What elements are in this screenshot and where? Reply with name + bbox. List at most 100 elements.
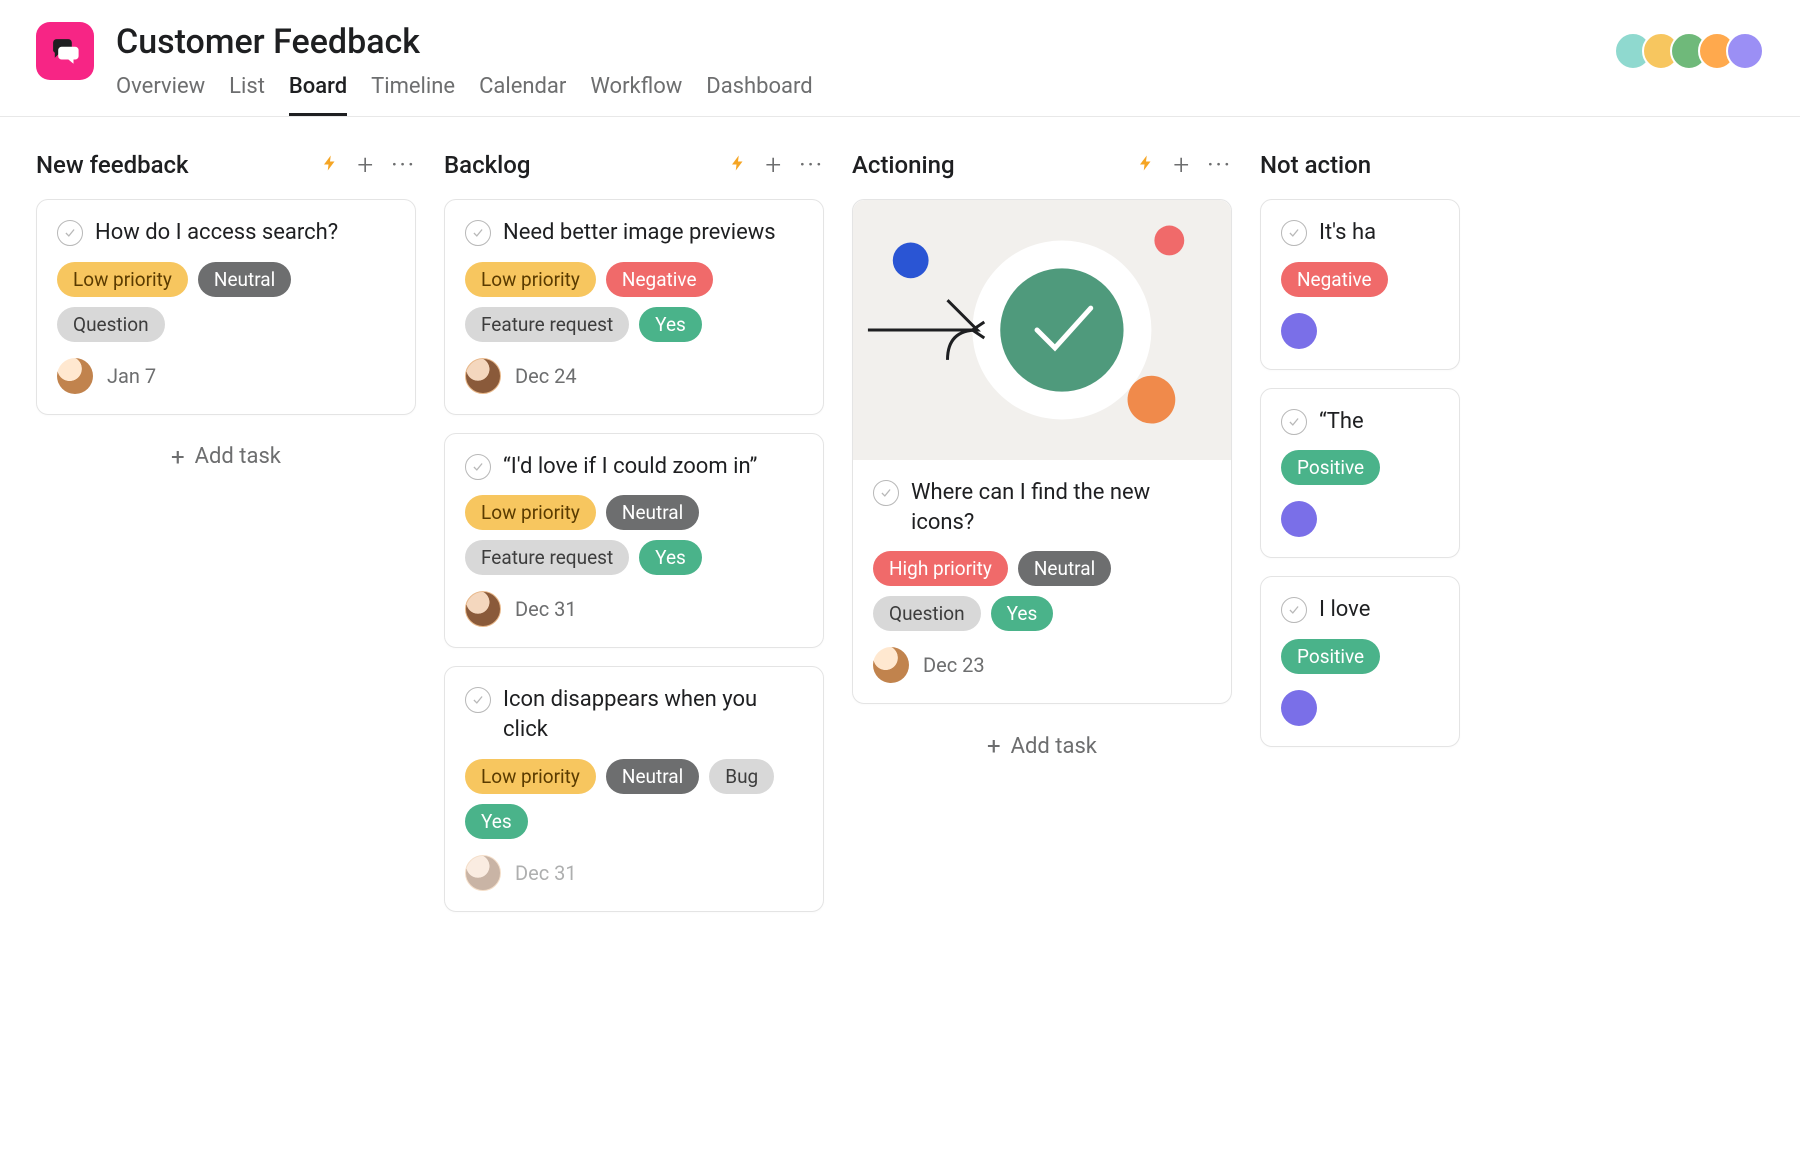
- add-card-icon[interactable]: +: [357, 151, 373, 179]
- tag[interactable]: Yes: [639, 307, 702, 342]
- tag[interactable]: Feature request: [465, 307, 629, 342]
- tag[interactable]: Yes: [991, 596, 1054, 631]
- card-title-row: How do I access search?: [57, 218, 395, 248]
- card-title: I love: [1319, 595, 1370, 625]
- card-footer: Dec 23: [873, 647, 1211, 683]
- tab-calendar[interactable]: Calendar: [479, 74, 566, 116]
- project-header: Customer Feedback OverviewListBoardTimel…: [0, 0, 1800, 117]
- automation-icon[interactable]: [321, 152, 339, 178]
- tag[interactable]: Feature request: [465, 540, 629, 575]
- column-title: Not action: [1260, 151, 1460, 179]
- tag[interactable]: Question: [873, 596, 981, 631]
- tab-dashboard[interactable]: Dashboard: [706, 74, 812, 116]
- column-header: Not action: [1260, 151, 1460, 179]
- task-card[interactable]: “ThePositive: [1260, 388, 1460, 559]
- card-tags: High priority Neutral Question Yes: [873, 551, 1211, 631]
- complete-check-icon[interactable]: [873, 480, 899, 506]
- tab-overview[interactable]: Overview: [116, 74, 205, 116]
- assignee-avatar[interactable]: [873, 647, 909, 683]
- member-avatar[interactable]: [1726, 32, 1764, 70]
- card-title-row: “I'd love if I could zoom in”: [465, 452, 803, 482]
- tab-board[interactable]: Board: [289, 74, 347, 116]
- column-title: Backlog: [444, 151, 729, 179]
- card-title: Where can I find the new icons?: [911, 478, 1211, 537]
- tag[interactable]: Low priority: [465, 759, 596, 794]
- column: Backlog + ··· Need better image previewsLow…: [444, 151, 824, 930]
- complete-check-icon[interactable]: [1281, 409, 1307, 435]
- tag[interactable]: Low priority: [465, 262, 596, 297]
- tag[interactable]: Positive: [1281, 450, 1380, 485]
- plus-icon: +: [171, 443, 185, 471]
- tag[interactable]: Neutral: [198, 262, 291, 297]
- assignee-avatar[interactable]: [1281, 501, 1317, 537]
- card-title-row: I love: [1281, 595, 1439, 625]
- tab-workflow[interactable]: Workflow: [590, 74, 682, 116]
- task-card[interactable]: Need better image previewsLow priorityNe…: [444, 199, 824, 415]
- complete-check-icon[interactable]: [1281, 220, 1307, 246]
- assignee-avatar[interactable]: [1281, 313, 1317, 349]
- task-card[interactable]: I love Positive: [1260, 576, 1460, 747]
- card-due-date: Jan 7: [107, 364, 156, 388]
- card-title: It's ha: [1319, 218, 1376, 248]
- complete-check-icon[interactable]: [465, 220, 491, 246]
- column: Actioning + ··· Where can I find the new ic…: [852, 151, 1232, 770]
- kanban-board: New feedback + ··· How do I access search? L…: [0, 117, 1800, 964]
- tag[interactable]: Bug: [709, 759, 774, 794]
- card-tags: Negative: [1281, 262, 1439, 297]
- tag[interactable]: Neutral: [1018, 551, 1111, 586]
- column-title: New feedback: [36, 151, 321, 179]
- tag[interactable]: Low priority: [57, 262, 188, 297]
- tag[interactable]: Low priority: [465, 495, 596, 530]
- card-cover-image: [853, 200, 1231, 460]
- add-card-icon[interactable]: +: [1173, 151, 1189, 179]
- card-footer: [1281, 313, 1439, 349]
- tab-timeline[interactable]: Timeline: [371, 74, 455, 116]
- plus-icon: +: [987, 732, 1001, 760]
- card-due-date: Dec 24: [515, 364, 577, 388]
- assignee-avatar[interactable]: [465, 358, 501, 394]
- automation-icon[interactable]: [729, 152, 747, 178]
- tag[interactable]: High priority: [873, 551, 1008, 586]
- tag[interactable]: Neutral: [606, 495, 699, 530]
- card-tags: Low priority Negative Feature request Yes: [465, 262, 803, 342]
- assignee-avatar[interactable]: [465, 855, 501, 891]
- task-card[interactable]: “I'd love if I could zoom in” Low priorit…: [444, 433, 824, 649]
- card-due-date: Dec 31: [515, 861, 577, 885]
- column-header: Actioning + ···: [852, 151, 1232, 179]
- complete-check-icon[interactable]: [57, 220, 83, 246]
- task-card[interactable]: How do I access search? Low priority Neutr…: [36, 199, 416, 415]
- task-card[interactable]: It's ha Negative: [1260, 199, 1460, 370]
- card-tags: Positive: [1281, 450, 1439, 485]
- assignee-avatar[interactable]: [465, 591, 501, 627]
- assignee-avatar[interactable]: [57, 358, 93, 394]
- complete-check-icon[interactable]: [465, 687, 491, 713]
- tag[interactable]: Negative: [606, 262, 713, 297]
- more-icon[interactable]: ···: [391, 151, 416, 179]
- column-header: Backlog + ···: [444, 151, 824, 179]
- assignee-avatar[interactable]: [1281, 690, 1317, 726]
- tag[interactable]: Neutral: [606, 759, 699, 794]
- column: Not actionIt's haNegative“ThePositiveI l…: [1260, 151, 1460, 765]
- tag[interactable]: Yes: [465, 804, 528, 839]
- task-card[interactable]: Where can I find the new icons? High prio…: [852, 199, 1232, 704]
- more-icon[interactable]: ···: [799, 151, 824, 179]
- complete-check-icon[interactable]: [465, 454, 491, 480]
- tag[interactable]: Yes: [639, 540, 702, 575]
- tag[interactable]: Negative: [1281, 262, 1388, 297]
- add-task-button[interactable]: + Add task: [852, 722, 1232, 770]
- add-task-label: Add task: [1011, 734, 1097, 759]
- card-title-row: Icon disappears when you click: [465, 685, 803, 744]
- add-card-icon[interactable]: +: [765, 151, 781, 179]
- more-icon[interactable]: ···: [1207, 151, 1232, 179]
- automation-icon[interactable]: [1137, 152, 1155, 178]
- task-card[interactable]: Icon disappears when you click Low priori…: [444, 666, 824, 911]
- complete-check-icon[interactable]: [1281, 597, 1307, 623]
- column-title: Actioning: [852, 151, 1137, 179]
- tab-list[interactable]: List: [229, 74, 265, 116]
- tag[interactable]: Positive: [1281, 639, 1380, 674]
- project-tabs: Overview List Board Timeline Calendar Workflo…: [116, 74, 1764, 116]
- card-tags: Positive: [1281, 639, 1439, 674]
- tag[interactable]: Question: [57, 307, 165, 342]
- project-members[interactable]: [1624, 32, 1764, 70]
- add-task-button[interactable]: +Add task: [36, 433, 416, 481]
